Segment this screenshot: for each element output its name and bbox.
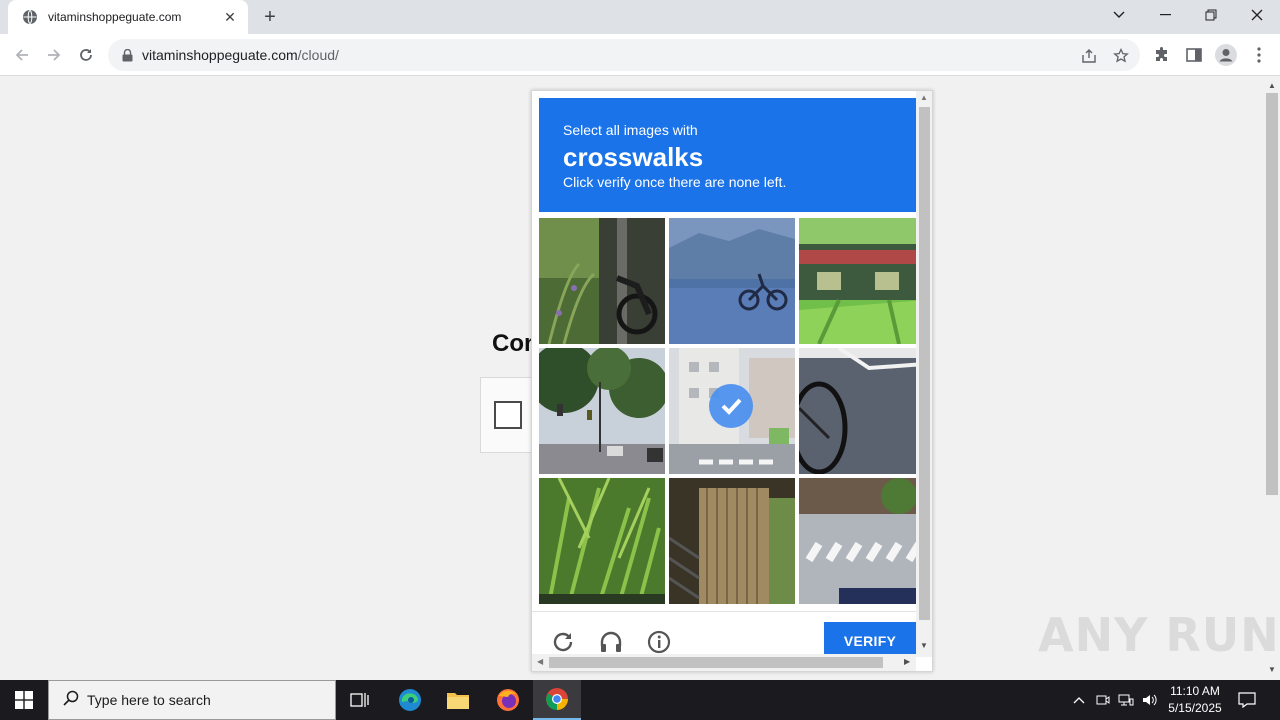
captcha-instruction: Select all images with xyxy=(563,122,698,138)
captcha-horizontal-scrollbar[interactable]: ◀ ▶ xyxy=(532,654,916,671)
windows-start-icon[interactable] xyxy=(0,680,48,720)
captcha-tile-2[interactable] xyxy=(669,218,795,344)
captcha-tile-6[interactable] xyxy=(799,348,925,474)
file-explorer-icon[interactable] xyxy=(434,680,482,720)
scroll-up-arrow-icon[interactable]: ▲ xyxy=(920,93,928,102)
headphones-icon[interactable] xyxy=(597,628,625,656)
lock-icon[interactable] xyxy=(120,48,134,62)
minimize-icon[interactable] xyxy=(1142,0,1188,30)
taskbar-search[interactable]: Type here to search xyxy=(48,680,336,720)
scroll-down-arrow-icon[interactable]: ▼ xyxy=(920,641,928,650)
chevron-down-icon[interactable] xyxy=(1096,0,1142,30)
captcha-tile-5[interactable] xyxy=(669,348,795,474)
back-icon[interactable] xyxy=(10,43,34,67)
scroll-right-arrow-icon[interactable]: ▶ xyxy=(904,657,910,666)
page-scroll-thumb[interactable] xyxy=(1266,93,1278,495)
globe-icon xyxy=(22,9,38,25)
plus-icon[interactable]: + xyxy=(258,6,282,28)
side-panel-icon[interactable] xyxy=(1183,44,1205,66)
search-placeholder: Type here to search xyxy=(87,692,211,708)
profile-icon[interactable] xyxy=(1215,44,1237,66)
url-text: vitaminshoppeguate.com/cloud/ xyxy=(142,47,339,63)
captcha-tile-8[interactable] xyxy=(669,478,795,604)
reload-icon[interactable] xyxy=(74,43,98,67)
captcha-challenge: Select all images with crosswalks Click … xyxy=(531,90,933,672)
system-clock[interactable]: 11:10 AM 5/15/2025 xyxy=(1160,683,1230,717)
captcha-header: Select all images with crosswalks Click … xyxy=(539,98,916,212)
chrome-icon[interactable] xyxy=(533,680,581,720)
verify-checkbox[interactable] xyxy=(494,401,522,429)
forward-icon[interactable] xyxy=(42,43,66,67)
clock-time: 11:10 AM xyxy=(1170,684,1220,698)
volume-icon[interactable] xyxy=(1141,690,1159,710)
meet-now-icon[interactable] xyxy=(1094,690,1112,710)
kebab-menu-icon[interactable] xyxy=(1248,44,1270,66)
check-icon xyxy=(709,384,753,428)
browser-toolbar: vitaminshoppeguate.com/cloud/ xyxy=(0,34,1280,76)
captcha-tile-1[interactable] xyxy=(539,218,665,344)
star-icon[interactable] xyxy=(1112,47,1130,65)
address-bar[interactable]: vitaminshoppeguate.com/cloud/ xyxy=(108,39,1140,71)
scroll-down-arrow-icon[interactable]: ▼ xyxy=(1268,665,1276,674)
chevron-up-icon[interactable] xyxy=(1070,690,1088,710)
clock-date: 5/15/2025 xyxy=(1168,701,1222,715)
scroll-left-arrow-icon[interactable]: ◀ xyxy=(537,657,543,666)
windows-taskbar: Type here to search 11:10 AM 5/15/2025 xyxy=(0,680,1280,720)
extensions-icon[interactable] xyxy=(1151,44,1173,66)
captcha-hscroll-thumb[interactable] xyxy=(549,657,883,668)
edge-icon[interactable] xyxy=(386,680,434,720)
notification-icon[interactable] xyxy=(1236,690,1258,710)
tab-strip: vitaminshoppeguate.com ✕ + xyxy=(0,0,1280,34)
captcha-vertical-scrollbar[interactable]: ▲ ▼ xyxy=(916,91,932,657)
captcha-tile-7[interactable] xyxy=(539,478,665,604)
captcha-vscroll-thumb[interactable] xyxy=(919,107,930,620)
network-icon[interactable] xyxy=(1117,690,1135,710)
captcha-hint: Click verify once there are none left. xyxy=(563,174,787,190)
page-scrollbar[interactable]: ▲ ▼ xyxy=(1264,77,1280,680)
browser-tab[interactable]: vitaminshoppeguate.com ✕ xyxy=(8,0,248,34)
anyrun-watermark: ANY RUN xyxy=(1038,608,1280,662)
firefox-icon[interactable] xyxy=(484,680,532,720)
captcha-target: crosswalks xyxy=(563,142,704,172)
scroll-up-arrow-icon[interactable]: ▲ xyxy=(1268,81,1276,90)
info-icon[interactable] xyxy=(645,628,673,656)
captcha-tile-9[interactable] xyxy=(799,478,925,604)
refresh-icon[interactable] xyxy=(549,628,577,656)
captcha-tile-3[interactable] xyxy=(799,218,925,344)
captcha-footer: VERIFY xyxy=(532,611,916,660)
close-icon[interactable]: ✕ xyxy=(222,9,238,25)
window-close-icon[interactable] xyxy=(1234,0,1280,30)
task-view-icon[interactable] xyxy=(336,680,384,720)
search-icon xyxy=(63,690,79,711)
share-icon[interactable] xyxy=(1080,47,1098,65)
tab-title: vitaminshoppeguate.com xyxy=(48,10,182,24)
restore-icon[interactable] xyxy=(1188,0,1234,30)
captcha-tile-4[interactable] xyxy=(539,348,665,474)
